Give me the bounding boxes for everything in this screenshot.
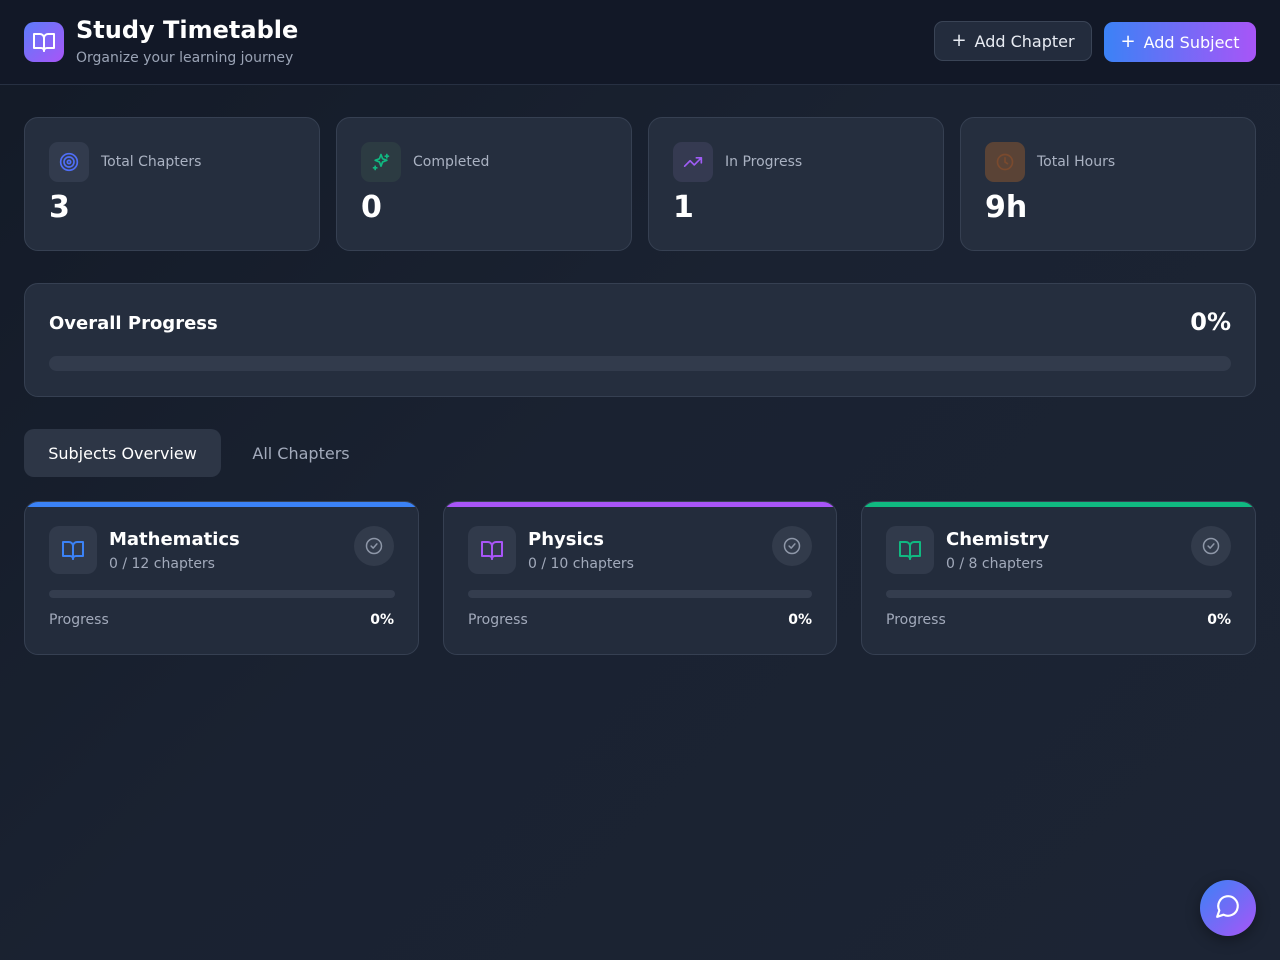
app-title: Study Timetable [76,16,299,44]
stat-value: 9h [985,190,1028,225]
trending-up-icon [673,142,713,182]
add-chapter-label: Add Chapter [974,31,1075,51]
subject-progress-bar [49,590,395,598]
stat-value: 0 [361,190,382,225]
add-chapter-button[interactable]: + Add Chapter [934,21,1092,61]
subject-name: Chemistry [946,529,1050,550]
stat-label: In Progress [725,154,803,170]
app-header: Study Timetable Organize your learning j… [0,0,1280,85]
subject-progress-bar [886,590,1232,598]
sparkles-icon [361,142,401,182]
subject-card-mathematics[interactable]: Mathematics 0 / 12 chapters Progress 0% [24,501,419,655]
check-circle-icon[interactable] [1191,526,1231,566]
subject-card-chemistry[interactable]: Chemistry 0 / 8 chapters Progress 0% [861,501,1256,655]
subject-progress-label: Progress [886,612,946,628]
book-open-icon [468,526,516,574]
plus-icon: + [1120,31,1136,52]
stat-value: 1 [673,190,694,225]
chat-bubble-icon [1215,893,1241,923]
subject-progress-percent: 0% [1207,612,1231,628]
app-subtitle: Organize your learning journey [76,50,294,66]
add-subject-label: Add Subject [1143,32,1240,52]
subject-progress-label: Progress [49,612,109,628]
check-circle-icon[interactable] [772,526,812,566]
overall-progress-card: Overall Progress 0% [24,283,1256,397]
stat-label: Total Chapters [101,154,202,170]
subject-chapter-count: 0 / 8 chapters [946,556,1044,572]
subject-color-bar [25,502,418,507]
check-circle-icon[interactable] [354,526,394,566]
stat-card-total-hours: Total Hours 9h [960,117,1256,251]
stat-label: Total Hours [1037,154,1116,170]
plus-icon: + [951,30,967,51]
subject-progress-label: Progress [468,612,528,628]
subject-card-physics[interactable]: Physics 0 / 10 chapters Progress 0% [443,501,837,655]
overall-progress-bar [49,356,1231,371]
stat-label: Completed [413,154,490,170]
subject-progress-percent: 0% [788,612,812,628]
overall-progress-percent: 0% [1190,308,1231,336]
tab-subjects-overview[interactable]: Subjects Overview [24,429,221,477]
book-open-icon [886,526,934,574]
subject-chapter-count: 0 / 10 chapters [528,556,634,572]
subject-chapter-count: 0 / 12 chapters [109,556,215,572]
clock-icon [985,142,1025,182]
book-open-icon [49,526,97,574]
overall-progress-title: Overall Progress [49,313,218,334]
add-subject-button[interactable]: + Add Subject [1104,22,1256,62]
target-icon [49,142,89,182]
subject-name: Mathematics [109,529,240,550]
subject-color-bar [862,502,1255,507]
stat-card-total-chapters: Total Chapters 3 [24,117,320,251]
tab-all-chapters[interactable]: All Chapters [229,429,373,477]
book-open-icon [24,22,64,62]
stat-value: 3 [49,190,70,225]
subject-progress-bar [468,590,812,598]
subject-progress-percent: 0% [370,612,394,628]
chat-button[interactable] [1200,880,1256,936]
subject-color-bar [444,502,836,507]
subject-name: Physics [528,529,605,550]
stat-card-completed: Completed 0 [336,117,632,251]
stat-card-in-progress: In Progress 1 [648,117,944,251]
